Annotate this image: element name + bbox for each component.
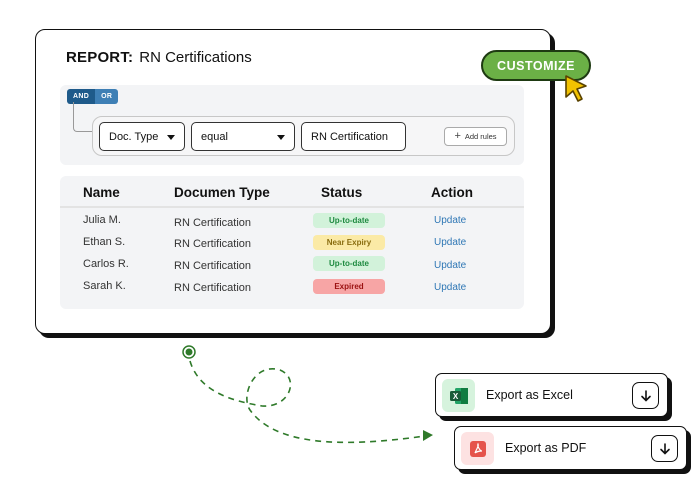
download-icon[interactable] [651, 435, 678, 462]
export-excel-button[interactable]: X Export as Excel [435, 373, 668, 417]
row-doc-type: RN Certification [174, 238, 252, 250]
chevron-down-icon [167, 135, 175, 140]
row-doc-type: RN Certification [174, 282, 252, 294]
row-doc-type: RN Certification [174, 260, 252, 272]
column-header-action[interactable]: Action [431, 185, 473, 200]
status-badge: Near Expiry [313, 235, 385, 250]
rule-connector [73, 102, 93, 132]
report-label: REPORT: [66, 49, 134, 66]
report-title: REPORT: RN Certifications [66, 49, 252, 66]
field-select-value: Doc. Type [109, 130, 159, 143]
report-card: REPORT: RN Certifications AND OR Doc. Typ… [35, 29, 551, 334]
field-select[interactable]: Doc. Type [99, 122, 185, 151]
value-input-text: RN Certification [311, 130, 389, 143]
filter-rule-row: Doc. Type equal RN Certification + Add r… [92, 116, 515, 156]
svg-text:X: X [452, 392, 458, 401]
row-name: Sarah K. [83, 280, 126, 292]
add-rules-label: Add rules [464, 132, 497, 141]
operator-select[interactable]: equal [191, 122, 295, 151]
update-link[interactable]: Update [434, 215, 466, 226]
logic-or-button[interactable]: OR [95, 89, 119, 104]
excel-icon: X [442, 379, 475, 412]
update-link[interactable]: Update [434, 282, 466, 293]
header-divider [60, 206, 524, 208]
status-badge: Expired [313, 279, 385, 294]
chevron-down-icon [277, 135, 285, 140]
column-header-status[interactable]: Status [321, 185, 362, 200]
plus-icon: + [454, 130, 461, 142]
update-link[interactable]: Update [434, 260, 466, 271]
download-icon[interactable] [632, 382, 659, 409]
stage: REPORT: RN Certifications AND OR Doc. Typ… [0, 0, 700, 500]
cursor-pointer-icon [565, 75, 587, 102]
column-header-doc-type[interactable]: Documen Type [174, 185, 270, 200]
report-name: RN Certifications [139, 49, 252, 66]
row-doc-type: RN Certification [174, 217, 252, 229]
export-pdf-button[interactable]: Export as PDF [454, 426, 687, 470]
status-badge: Up-to-date [313, 256, 385, 271]
add-rules-button[interactable]: + Add rules [444, 127, 507, 146]
export-excel-label: Export as Excel [486, 388, 573, 402]
export-pdf-label: Export as PDF [505, 441, 587, 455]
row-name: Carlos R. [83, 258, 129, 270]
row-name: Ethan S. [83, 236, 126, 248]
status-badge: Up-to-date [313, 213, 385, 228]
pdf-icon [461, 432, 494, 465]
update-link[interactable]: Update [434, 237, 466, 248]
value-input[interactable]: RN Certification [301, 122, 406, 151]
row-name: Julia M. [83, 214, 121, 226]
column-header-name[interactable]: Name [83, 185, 120, 200]
operator-select-value: equal [201, 130, 228, 143]
